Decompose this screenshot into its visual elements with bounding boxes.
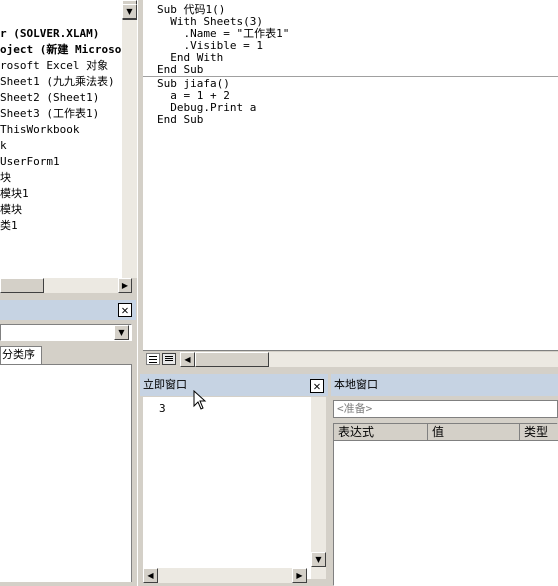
- tab-label: 分类序: [2, 348, 35, 361]
- object-dropdown[interactable]: [0, 324, 132, 341]
- project-explorer: r (SOLVER.XLAM) oject (新建 Microsof rosoft …: [0, 0, 138, 296]
- code-scroll-left-button[interactable]: ◀: [180, 352, 195, 367]
- immediate-scroll-left-button[interactable]: ◀: [143, 568, 158, 583]
- chevron-down-icon[interactable]: ▼: [114, 325, 129, 340]
- immediate-title: 立即窗口: [143, 378, 187, 391]
- column-header-expression[interactable]: 表达式: [334, 424, 428, 441]
- properties-titlebar: [0, 300, 136, 320]
- locals-window: 本地窗口 <准备> 表达式 值 类型: [331, 374, 558, 586]
- locals-status-bar: <准备>: [333, 400, 558, 418]
- full-module-view-icon[interactable]: [162, 353, 176, 365]
- code-bottom-bar: ◀: [143, 350, 558, 368]
- tree-item[interactable]: Sheet3 (工作表1): [0, 106, 99, 122]
- immediate-text-area[interactable]: 3: [143, 397, 311, 579]
- immediate-hscroll[interactable]: [158, 568, 292, 583]
- tree-vscroll[interactable]: [122, 0, 137, 278]
- immediate-scroll-right-button[interactable]: ▶: [292, 568, 307, 583]
- immediate-window: 立即窗口 ✕ 3 ▼ ◀ ▶: [140, 374, 329, 586]
- code-hscroll-thumb[interactable]: [195, 352, 269, 367]
- locals-header: 表达式 值 类型: [334, 424, 558, 441]
- immediate-titlebar: 立即窗口: [140, 374, 328, 396]
- tree-hscroll-thumb[interactable]: [0, 278, 44, 293]
- tree-item[interactable]: ThisWorkbook: [0, 122, 79, 138]
- tree-item[interactable]: k: [0, 138, 7, 154]
- column-header-value[interactable]: 值: [428, 424, 520, 441]
- tree-item[interactable]: Sheet2 (Sheet1): [0, 90, 99, 106]
- properties-window: ✕ ▼ 分类序: [0, 300, 138, 586]
- tree-item[interactable]: oject (新建 Microsof: [0, 42, 122, 58]
- tree-item[interactable]: UserForm1: [0, 154, 60, 170]
- tree-scroll-right-button[interactable]: ▶: [118, 278, 132, 293]
- tab-categorized[interactable]: 分类序: [0, 346, 42, 364]
- close-icon[interactable]: ✕: [310, 379, 324, 393]
- column-header-type[interactable]: 类型: [520, 424, 558, 441]
- locals-titlebar: 本地窗口: [331, 374, 558, 396]
- tree-item[interactable]: 块: [0, 170, 11, 186]
- code-line[interactable]: End Sub: [157, 114, 203, 126]
- immediate-output: 3: [159, 402, 166, 415]
- close-icon[interactable]: ✕: [118, 303, 132, 317]
- code-window[interactable]: Sub 代码1() With Sheets(3) .Name = "工作表1" …: [143, 0, 558, 350]
- tree-item[interactable]: 类1: [0, 218, 18, 234]
- tree-item[interactable]: Sheet1 (九九乘法表): [0, 74, 115, 90]
- locals-title: 本地窗口: [334, 378, 378, 391]
- tree-item[interactable]: 模块1: [0, 186, 29, 202]
- locals-status: <准备>: [337, 402, 373, 415]
- procedure-block-2: Sub jiafa() a = 1 + 2 Debug.Print a End S…: [143, 78, 558, 138]
- tree-item[interactable]: 模块: [0, 202, 22, 218]
- tree-scroll-down-button[interactable]: ▼: [122, 4, 137, 19]
- code-line[interactable]: End Sub: [157, 64, 203, 76]
- code-hscroll-track[interactable]: [269, 352, 558, 367]
- procedure-view-icon[interactable]: [146, 353, 160, 365]
- project-tree[interactable]: r (SOLVER.XLAM) oject (新建 Microsof rosoft …: [0, 0, 122, 278]
- mouse-cursor-icon: [193, 390, 207, 410]
- tree-item[interactable]: r (SOLVER.XLAM): [0, 26, 99, 42]
- procedure-block-1: Sub 代码1() With Sheets(3) .Name = "工作表1" …: [143, 4, 558, 76]
- immediate-scroll-down-button[interactable]: ▼: [311, 552, 326, 567]
- tree-item[interactable]: rosoft Excel 对象: [0, 58, 108, 74]
- locals-grid[interactable]: 表达式 值 类型: [333, 423, 558, 586]
- property-grid[interactable]: [0, 364, 132, 582]
